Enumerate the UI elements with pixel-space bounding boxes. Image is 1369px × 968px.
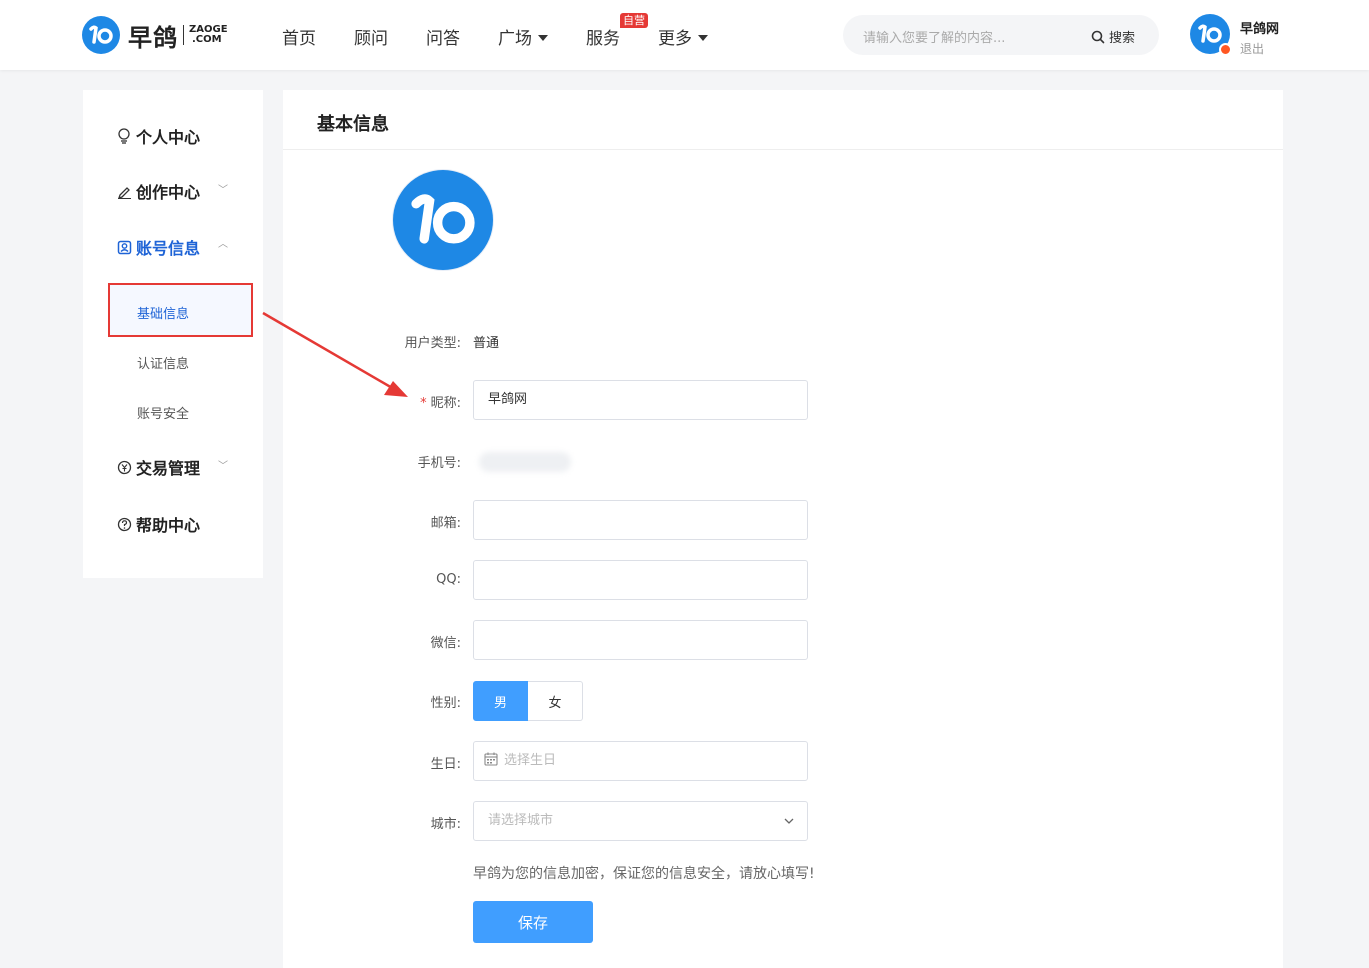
- wechat-label: 微信:: [430, 636, 461, 651]
- title-divider: [283, 149, 1283, 150]
- sidebar-item-help-center[interactable]: 帮助中心: [116, 512, 200, 536]
- nav-square[interactable]: 广场: [498, 24, 548, 49]
- site-logo[interactable]: 早鸽 ZAOGE .COM: [82, 16, 228, 54]
- logo-separator: [183, 25, 184, 45]
- phone-value-redacted: [479, 452, 571, 472]
- chevron-up-icon[interactable]: ︿: [218, 235, 228, 250]
- user-type-value: 普通: [473, 336, 500, 351]
- nickname-label: * 昵称:: [420, 396, 461, 411]
- sidebar-sub-account-security[interactable]: 账号安全: [137, 403, 189, 422]
- logo-text: 早鸽: [128, 23, 178, 52]
- main-panel: 基本信息 用户类型: 普通 * 昵称: 早鸽网 手机号: 邮箱: QQ: 微信: …: [283, 90, 1283, 968]
- sidebar-item-account-info[interactable]: 账号信息: [116, 235, 200, 259]
- birthday-picker[interactable]: 选择生日: [473, 741, 808, 781]
- gender-label: 性别:: [430, 696, 461, 711]
- save-button[interactable]: 保存: [473, 901, 593, 943]
- user-name[interactable]: 早鸽网: [1240, 18, 1279, 37]
- city-label: 城市:: [430, 817, 461, 832]
- status-dot-icon: [1219, 43, 1232, 56]
- nickname-field[interactable]: 早鸽网: [473, 380, 808, 420]
- chevron-down-icon: [784, 818, 794, 824]
- qq-field[interactable]: [473, 560, 808, 600]
- gender-male-button[interactable]: 男: [473, 681, 528, 721]
- city-select[interactable]: 请选择城市: [473, 801, 808, 841]
- nav-home[interactable]: 首页: [282, 24, 316, 49]
- main-nav: 首页 顾问 问答 广场 服务 自营 更多: [282, 13, 746, 49]
- gender-female-button[interactable]: 女: [528, 681, 583, 721]
- yen-icon: [116, 459, 132, 475]
- page-title: 基本信息: [317, 114, 389, 135]
- gender-toggle: 男 女: [473, 681, 583, 721]
- qq-label: QQ:: [436, 572, 461, 587]
- profile-avatar[interactable]: [393, 170, 493, 270]
- email-field[interactable]: [473, 500, 808, 540]
- account-icon: [116, 239, 132, 255]
- nav-service[interactable]: 服务 自营: [586, 13, 648, 49]
- search-button[interactable]: 搜索: [1091, 27, 1135, 46]
- search-icon: [1091, 30, 1105, 43]
- wechat-field[interactable]: [473, 620, 808, 660]
- security-note: 早鸽为您的信息加密，保证您的信息安全，请放心填写!: [473, 866, 815, 882]
- user-type-label: 用户类型:: [404, 336, 461, 351]
- nav-more[interactable]: 更多: [658, 24, 708, 49]
- sidebar-sub-certification[interactable]: 认证信息: [137, 353, 189, 372]
- sidebar-item-trade-management[interactable]: 交易管理: [116, 455, 200, 479]
- calendar-icon: [484, 752, 498, 766]
- self-operated-badge: 自营: [620, 13, 648, 28]
- sidebar: 个人中心 创作中心 ﹀ 账号信息 ︿ 基础信息 认证信息 账号安全 交易管理 ﹀…: [83, 90, 263, 578]
- logo-icon: [82, 16, 120, 54]
- logo-domain: ZAOGE .COM: [189, 24, 228, 45]
- top-header: 早鸽 ZAOGE .COM 首页 顾问 问答 广场 服务 自营 更多 请输入您要了解…: [0, 0, 1369, 70]
- logout-link[interactable]: 退出: [1240, 40, 1264, 57]
- phone-label: 手机号:: [417, 456, 461, 471]
- email-label: 邮箱:: [430, 516, 461, 531]
- birthday-label: 生日:: [430, 757, 461, 772]
- sidebar-item-personal-center[interactable]: 个人中心: [116, 124, 200, 148]
- sidebar-item-creation-center[interactable]: 创作中心: [116, 179, 200, 203]
- search-box[interactable]: 请输入您要了解的内容... 搜索: [843, 15, 1159, 55]
- caret-down-icon: [698, 35, 708, 41]
- bulb-icon: [116, 128, 132, 144]
- caret-down-icon: [538, 35, 548, 41]
- question-icon: [116, 516, 132, 532]
- sidebar-sub-basic-info[interactable]: 基础信息: [137, 303, 189, 322]
- pen-icon: [116, 183, 132, 199]
- chevron-down-icon[interactable]: ﹀: [218, 457, 228, 472]
- nav-advisor[interactable]: 顾问: [354, 24, 388, 49]
- nav-qa[interactable]: 问答: [426, 24, 460, 49]
- search-input[interactable]: 请输入您要了解的内容...: [863, 27, 1005, 46]
- chevron-down-icon[interactable]: ﹀: [218, 181, 228, 196]
